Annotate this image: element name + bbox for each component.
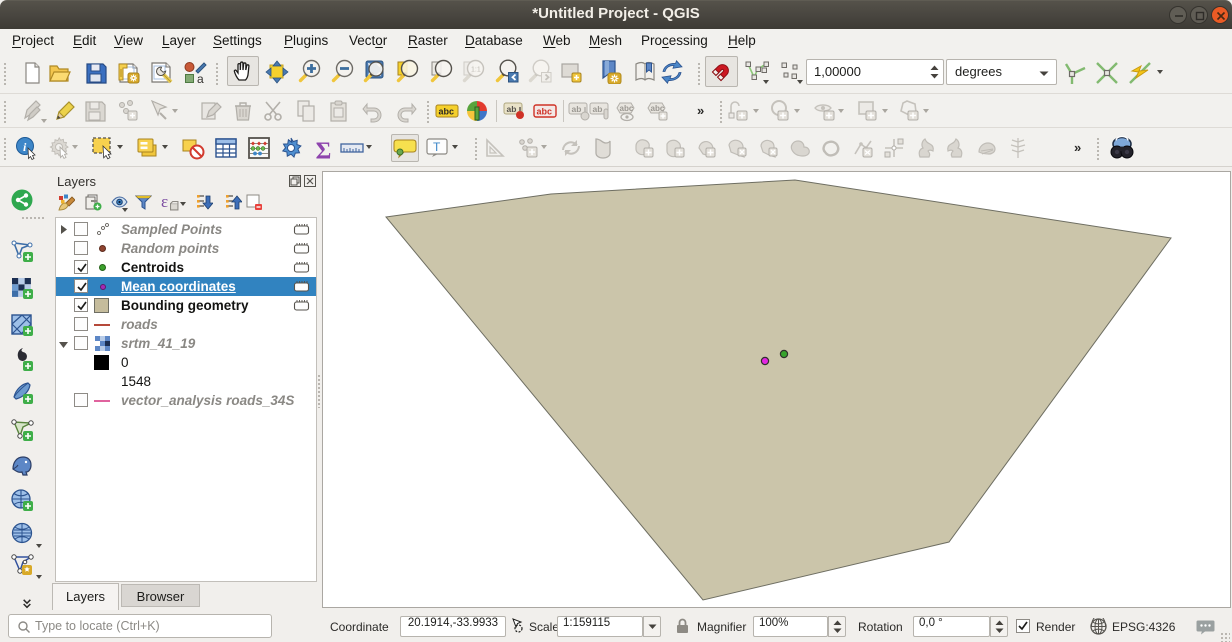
- svg-text:abc: abc: [537, 107, 553, 117]
- svg-text:abc: abc: [439, 107, 455, 117]
- svg-text:ε: ε: [161, 193, 168, 211]
- svg-text:Σ: Σ: [316, 138, 332, 162]
- svg-text:abc: abc: [620, 104, 634, 113]
- svg-text:ab: ab: [593, 104, 603, 114]
- svg-text:T: T: [433, 140, 441, 154]
- svg-text:ab: ab: [572, 104, 582, 114]
- svg-text:a: a: [197, 72, 204, 85]
- svg-text:1:1: 1:1: [471, 67, 481, 74]
- svg-text:ab: ab: [507, 104, 517, 114]
